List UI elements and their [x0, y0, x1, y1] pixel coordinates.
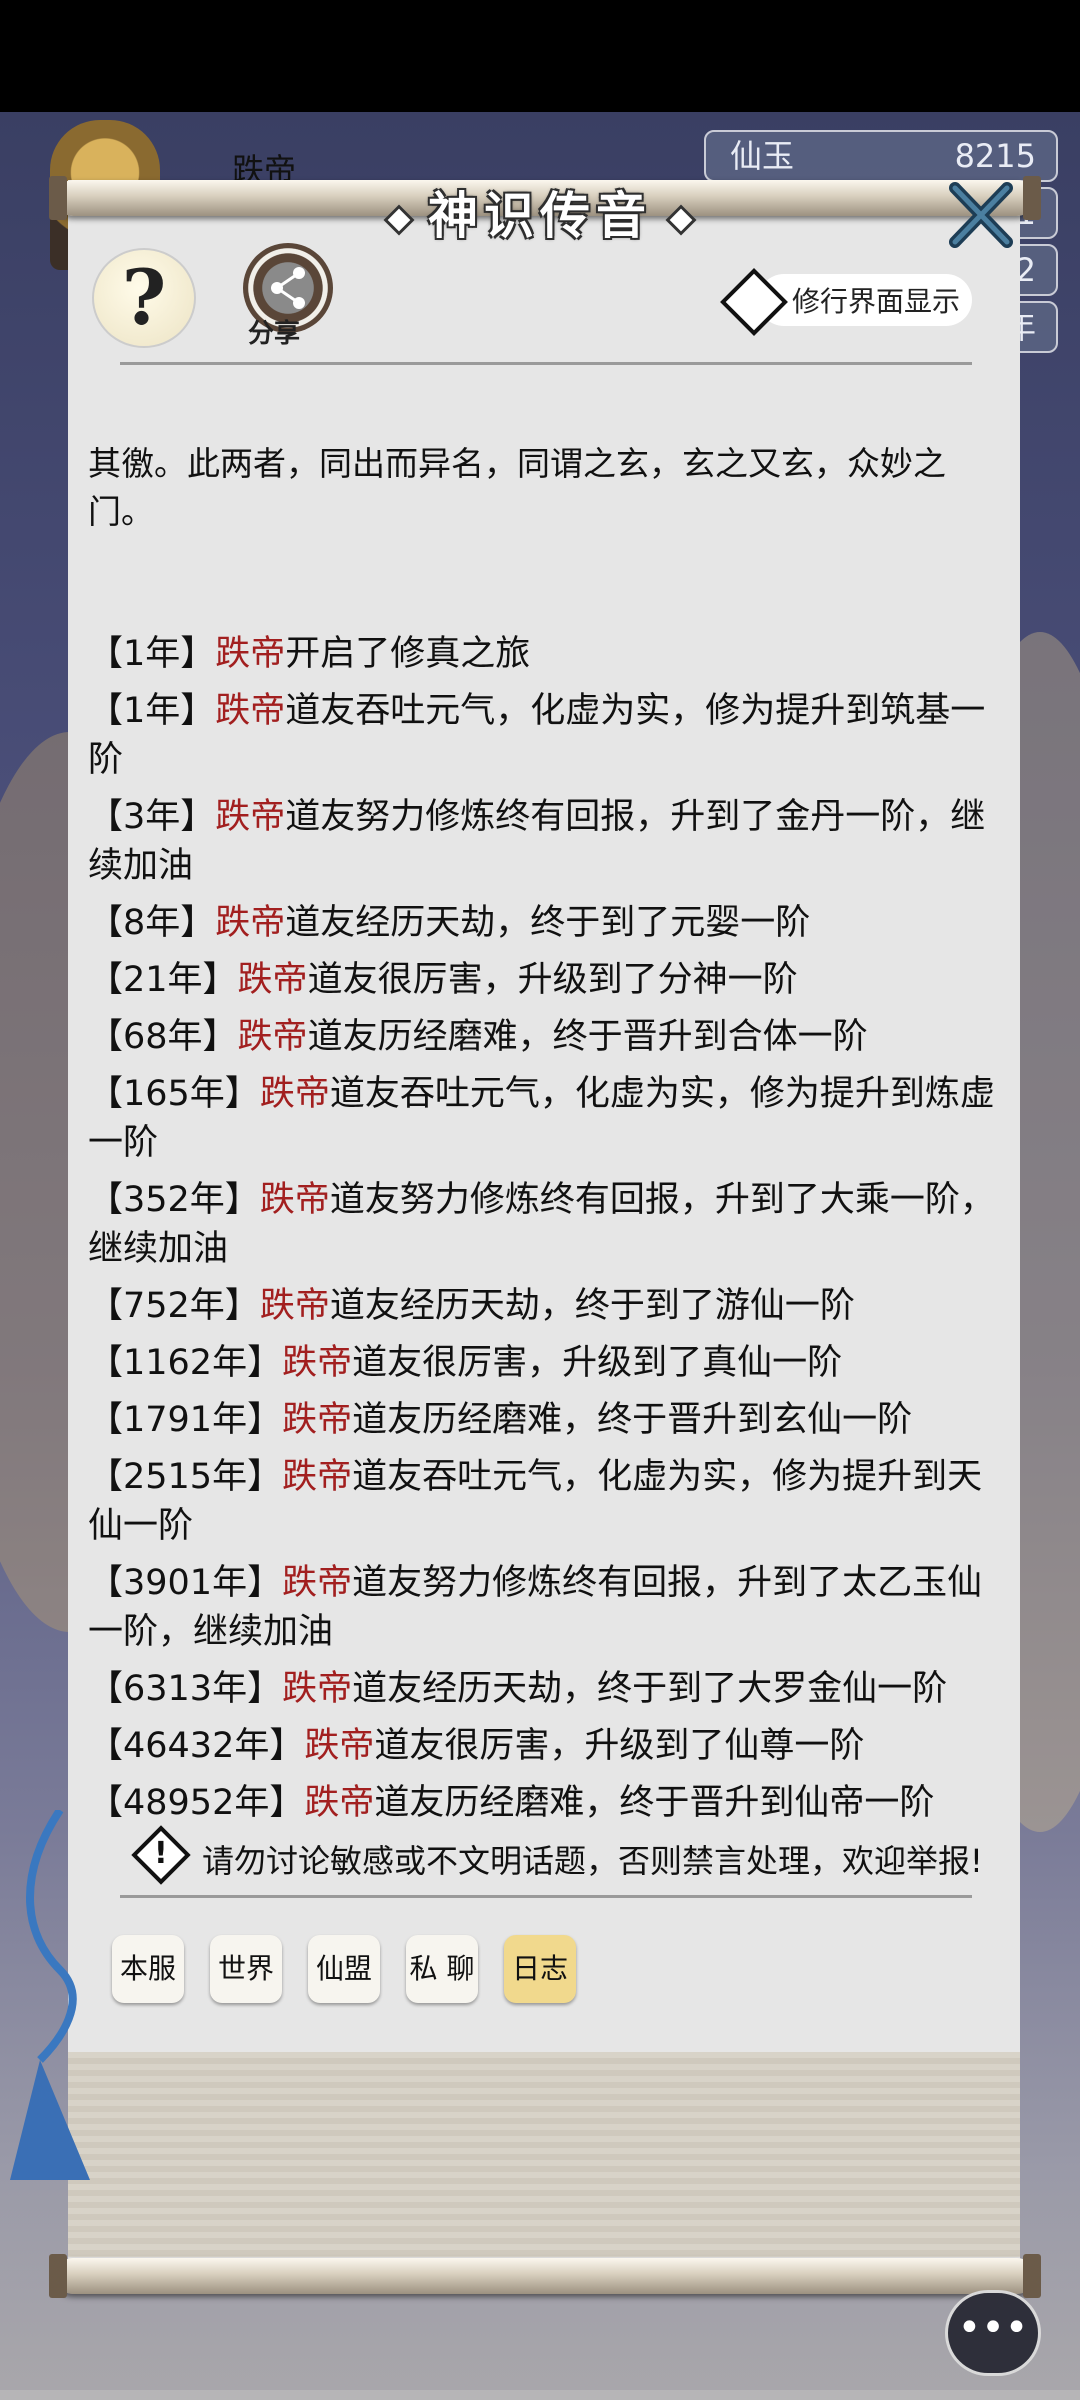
log-entry-player-name[interactable]: 跌帝 [215, 691, 285, 731]
log-entry-year: 【2515年】 [88, 1457, 283, 1497]
log-entry: 【1年】跌帝道友吞吐元气，化虚为实，修为提升到筑基一阶 [88, 687, 998, 785]
log-entry-player-name[interactable]: 跌帝 [215, 903, 285, 943]
resource-label: 仙玉 [730, 137, 795, 175]
log-entry-player-name[interactable]: 跌帝 [260, 1180, 330, 1220]
share-label: 分享 [248, 319, 301, 349]
log-entry-player-name[interactable]: 跌帝 [260, 1286, 330, 1326]
log-entry: 【21年】跌帝道友很厉害，升级到了分神一阶 [88, 956, 998, 1005]
log-entry-year: 【352年】 [88, 1180, 260, 1220]
log-entry: 【1年】跌帝开启了修真之旅 [88, 630, 998, 679]
log-entry-text: 开启了修真之旅 [285, 634, 531, 674]
log-entry: 【1791年】跌帝道友历经磨难，终于晋升到玄仙一阶 [88, 1396, 998, 1445]
log-entry-text: 道友历经磨难，终于晋升到仙帝一阶 [374, 1783, 935, 1823]
title-ornament-icon [665, 203, 697, 236]
log-entry-year: 【8年】 [88, 903, 216, 943]
log-entry: 【68年】跌帝道友历经磨难，终于晋升到合体一阶 [88, 1013, 998, 1062]
rod-cap [49, 2254, 67, 2298]
tab-server[interactable]: 本服 [112, 1935, 184, 2003]
warning-mark: ! [154, 1836, 168, 1871]
log-entry-text: 道友历经磨难，终于晋升到玄仙一阶 [352, 1400, 913, 1440]
log-entry-year: 【3901年】 [88, 1563, 283, 1603]
log-entry-player-name[interactable]: 跌帝 [215, 634, 285, 674]
log-entry-year: 【165年】 [88, 1074, 260, 1114]
log-entry: 【3901年】跌帝道友努力修炼终有回报，升到了太乙玉仙一阶，继续加油 [88, 1559, 998, 1657]
chat-bubble-button[interactable]: ••• [945, 2290, 1041, 2376]
log-entry-player-name[interactable]: 跌帝 [238, 1017, 308, 1057]
resource-jade: 仙玉 8215 [704, 130, 1058, 182]
title-ornament-icon [383, 203, 415, 236]
log-entry: 【352年】跌帝道友努力修炼终有回报，升到了大乘一阶，继续加油 [88, 1176, 998, 1274]
log-entry: 【1162年】跌帝道友很厉害，升级到了真仙一阶 [88, 1339, 998, 1388]
tab-log[interactable]: 日志 [504, 1935, 576, 2003]
log-entry-year: 【752年】 [88, 1286, 260, 1326]
dialog-title-text: 神识传音 [428, 187, 652, 245]
log-entry: 【165年】跌帝道友吞吐元气，化虚为实，修为提升到炼虚一阶 [88, 1070, 998, 1168]
tab-alliance[interactable]: 仙盟 [308, 1935, 380, 2003]
log-entry: 【46432年】跌帝道友很厉害，升级到了仙尊一阶 [88, 1722, 998, 1771]
gesture-bar [0, 2390, 1080, 2400]
log-entry-player-name[interactable]: 跌帝 [282, 1563, 352, 1603]
intro-text: 其徼。此两者，同出而异名，同谓之玄，玄之又玄，众妙之门。 [88, 444, 946, 531]
log-entry-player-name[interactable]: 跌帝 [238, 960, 308, 1000]
log-entry-player-name[interactable]: 跌帝 [282, 1669, 352, 1709]
log-entry-year: 【6313年】 [88, 1669, 283, 1709]
log-entry-player-name[interactable]: 跌帝 [282, 1457, 352, 1497]
log-entry: 【2515年】跌帝道友吞吐元气，化虚为实，修为提升到天仙一阶 [88, 1453, 998, 1551]
tab-world[interactable]: 世界 [210, 1935, 282, 2003]
log-entry: 【8年】跌帝道友经历天劫，终于到了元婴一阶 [88, 899, 998, 948]
log-entry: 【48952年】跌帝道友历经磨难，终于晋升到仙帝一阶 [88, 1779, 998, 1828]
log-entry: 【3年】跌帝道友努力修炼终有回报，升到了金丹一阶，继续加油 [88, 793, 998, 891]
log-entry-text: 道友历经磨难，终于晋升到合体一阶 [307, 1017, 868, 1057]
question-icon: ? [121, 253, 167, 342]
close-icon [949, 182, 1013, 248]
log-entry-year: 【46432年】 [88, 1726, 305, 1766]
log-entry-text: 道友很厉害，升级到了仙尊一阶 [374, 1726, 865, 1766]
close-button[interactable] [945, 180, 1015, 250]
log-entry-player-name[interactable]: 跌帝 [260, 1074, 330, 1114]
log-entry-year: 【1年】 [88, 691, 216, 731]
chat-icon: ••• [957, 2305, 1029, 2351]
log-entry-player-name[interactable]: 跌帝 [304, 1726, 374, 1766]
tab-private-chat[interactable]: 私 聊 [406, 1935, 478, 2003]
dialog-title: 神识传音 [0, 176, 1080, 248]
divider [120, 1895, 972, 1898]
chat-input-area[interactable] [68, 2052, 1020, 2257]
log-entry-player-name[interactable]: 跌帝 [282, 1400, 352, 1440]
help-button[interactable]: ? [92, 248, 196, 348]
scroll-rod-bottom [49, 2254, 1041, 2298]
log-entry-text: 道友经历天劫，终于到了元婴一阶 [285, 903, 811, 943]
log-entry-player-name[interactable]: 跌帝 [304, 1783, 374, 1823]
display-toggle[interactable]: 修行界面显示 [718, 268, 972, 336]
notice-bar: ! 请勿讨论敏感或不文明话题，否则禁言处理，欢迎举报! [130, 1825, 990, 1886]
log-entry-player-name[interactable]: 跌帝 [215, 797, 285, 837]
log-entry-year: 【1162年】 [88, 1343, 283, 1383]
log-entry-text: 道友经历天劫，终于到了大罗金仙一阶 [352, 1669, 948, 1709]
resource-value: 8215 [954, 137, 1036, 175]
log-entry-year: 【21年】 [88, 960, 238, 1000]
log-entry-year: 【1年】 [88, 634, 216, 674]
log-entry-year: 【3年】 [88, 797, 216, 837]
display-toggle-label: 修行界面显示 [792, 285, 961, 318]
log-entry-text: 道友经历天劫，终于到了游仙一阶 [329, 1286, 855, 1326]
rod-cap [1023, 2254, 1041, 2298]
log-entry-text: 道友很厉害，升级到了分神一阶 [307, 960, 798, 1000]
status-bar [0, 0, 1080, 112]
divider [120, 362, 972, 365]
log-entry: 【6313年】跌帝道友经历天劫，终于到了大罗金仙一阶 [88, 1665, 998, 1714]
log-list: 【1年】跌帝开启了修真之旅 【1年】跌帝道友吞吐元气，化虚为实，修为提升到筑基一阶… [88, 630, 998, 1836]
log-entry-year: 【68年】 [88, 1017, 238, 1057]
log-entry: 【752年】跌帝道友经历天劫，终于到了游仙一阶 [88, 1282, 998, 1331]
notice-text: 请勿讨论敏感或不文明话题，否则禁言处理，欢迎举报! [202, 1842, 983, 1880]
log-entry-player-name[interactable]: 跌帝 [282, 1343, 352, 1383]
log-entry-text: 道友很厉害，升级到了真仙一阶 [352, 1343, 843, 1383]
log-entry-year: 【1791年】 [88, 1400, 283, 1440]
log-entry-year: 【48952年】 [88, 1783, 305, 1823]
tassel-decoration [0, 1807, 120, 2190]
